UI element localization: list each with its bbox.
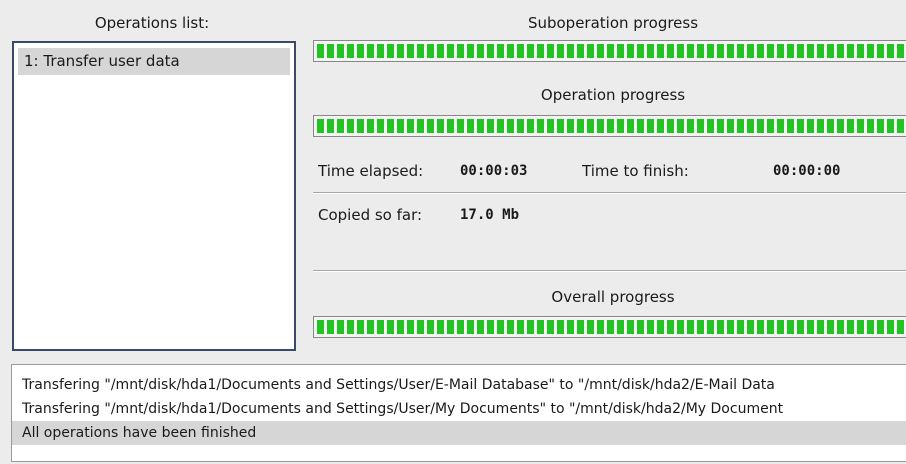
copied-so-far-label: Copied so far: xyxy=(318,206,423,224)
suboperation-progress-label: Suboperation progress xyxy=(527,14,699,32)
log-row[interactable]: Transfering "/mnt/disk/hda1/Documents an… xyxy=(12,373,906,397)
operations-log[interactable]: Transfering "/mnt/disk/hda1/Documents an… xyxy=(11,364,906,462)
log-row-selected[interactable]: All operations have been finished xyxy=(12,421,906,445)
overall-progress-label: Overall progress xyxy=(551,288,675,306)
operations-list-title: Operations list: xyxy=(94,14,210,32)
suboperation-progress-fill xyxy=(317,44,906,58)
operation-progress-bar xyxy=(313,115,906,137)
operation-progress-fill xyxy=(317,119,906,133)
copied-so-far-value: 17.0 Mb xyxy=(460,207,520,223)
time-elapsed-label: Time elapsed: xyxy=(318,162,424,180)
overall-progress-fill xyxy=(317,320,906,334)
operation-item[interactable]: 1: Transfer user data xyxy=(18,48,290,75)
overall-progress-bar xyxy=(313,316,906,338)
time-elapsed-value: 00:00:03 xyxy=(460,163,528,179)
overall-divider xyxy=(313,270,906,272)
stats-divider xyxy=(313,192,906,194)
suboperation-progress-bar xyxy=(313,40,906,62)
time-to-finish-value: 00:00:00 xyxy=(773,163,841,179)
log-row[interactable]: Transfering "/mnt/disk/hda1/Documents an… xyxy=(12,397,906,421)
operation-progress-label: Operation progress xyxy=(540,86,686,104)
operations-list[interactable]: 1: Transfer user data xyxy=(12,41,296,351)
time-to-finish-label: Time to finish: xyxy=(582,162,689,180)
